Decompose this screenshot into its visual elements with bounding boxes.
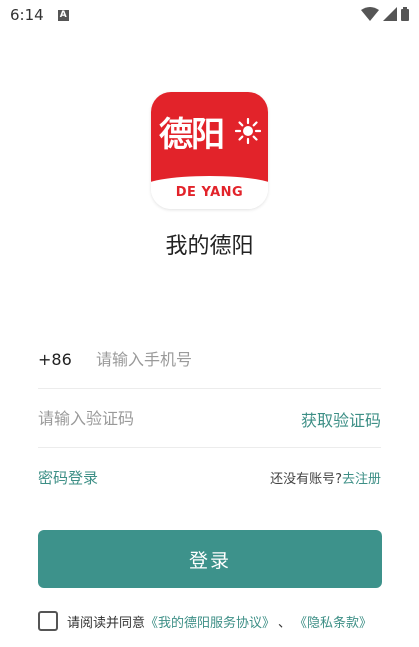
login-button[interactable]: 登录: [38, 530, 382, 588]
agreement-row: 请阅读并同意 《我的德阳服务协议》 、 《隐私条款》: [38, 610, 408, 632]
logo-caption: DE YANG: [175, 185, 244, 200]
status-bar: 6:14 A: [0, 0, 419, 30]
links-row: 密码登录 还没有账号?去注册: [38, 464, 381, 490]
sun-icon: [235, 118, 261, 144]
status-icons: [361, 6, 409, 25]
country-code[interactable]: +86: [38, 350, 96, 369]
no-account-text: 还没有账号?: [270, 471, 342, 487]
status-time: 6:14: [10, 6, 44, 24]
privacy-terms-link[interactable]: 《隐私条款》: [294, 612, 372, 631]
app-logo: 德阳 DE YANG: [151, 92, 268, 209]
code-row: 获取验证码: [38, 390, 381, 448]
signal-icon: [383, 6, 397, 25]
service-terms-link[interactable]: 《我的德阳服务协议》: [145, 612, 275, 631]
agreement-separator: 、: [278, 615, 292, 631]
get-code-button[interactable]: 获取验证码: [301, 407, 381, 431]
phone-input[interactable]: [96, 350, 356, 369]
wifi-icon: [361, 6, 379, 25]
agreement-checkbox[interactable]: [38, 611, 58, 631]
app-name: 我的德阳: [165, 234, 254, 259]
register-link[interactable]: 去注册: [342, 472, 381, 487]
phone-row: +86: [38, 331, 381, 389]
a-icon: A: [57, 9, 69, 21]
verification-code-input[interactable]: [38, 409, 278, 428]
battery-icon: [401, 6, 409, 25]
agreement-prefix: 请阅读并同意: [67, 615, 146, 631]
register-prompt: 还没有账号?去注册: [270, 468, 381, 487]
password-login-link[interactable]: 密码登录: [38, 467, 98, 488]
